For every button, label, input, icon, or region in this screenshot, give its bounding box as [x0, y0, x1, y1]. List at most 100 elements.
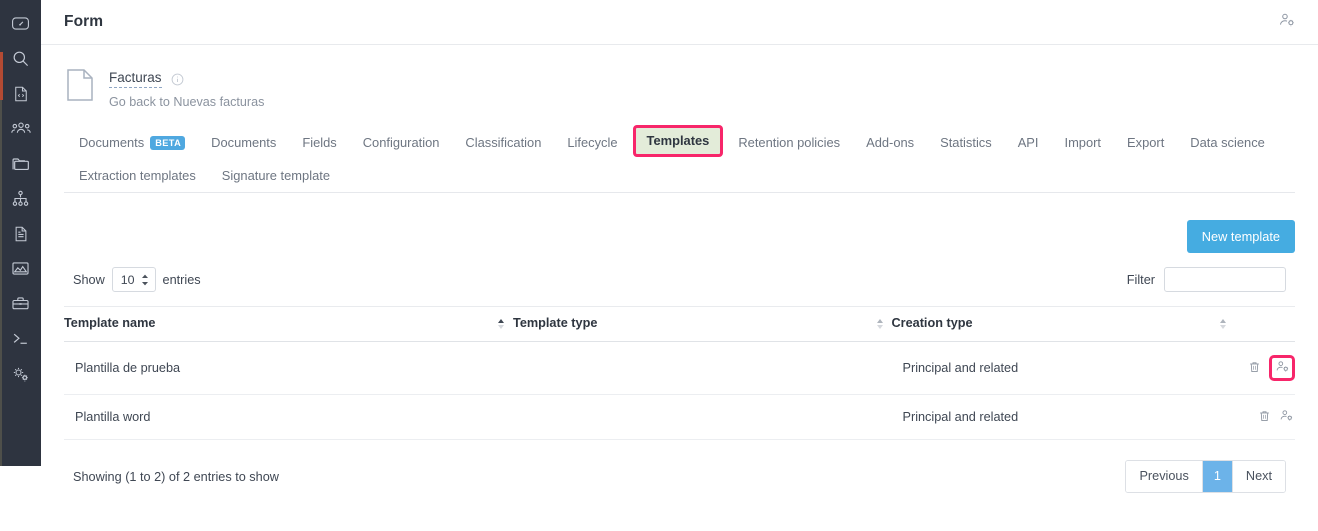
sidebar	[0, 0, 41, 466]
sidebar-item-dashboard[interactable]	[0, 6, 41, 41]
tab-documents-beta[interactable]: Documents BETA	[64, 127, 198, 159]
tab-documents[interactable]: Documents	[198, 127, 289, 159]
table-row[interactable]: Plantilla word Principal and related	[64, 395, 1295, 440]
manage-permissions-button[interactable]	[1269, 355, 1295, 381]
tab-label: Configuration	[363, 135, 440, 151]
column-header-template-type[interactable]: Template type	[513, 307, 891, 342]
table-footer: Showing (1 to 2) of 2 entries to show Pr…	[64, 460, 1295, 493]
info-circle-icon[interactable]	[171, 73, 184, 86]
page-length-select[interactable]: 10	[112, 267, 156, 292]
tab-templates[interactable]: Templates	[633, 125, 724, 157]
sidebar-scroll-indicator[interactable]	[0, 52, 3, 100]
pagination-page-1[interactable]: 1	[1203, 461, 1233, 492]
sidebar-item-settings[interactable]	[0, 356, 41, 391]
tab-signature-template[interactable]: Signature template	[209, 160, 343, 192]
filter-input[interactable]	[1164, 267, 1286, 292]
tab-label: Retention policies	[738, 135, 840, 151]
cell-template-type	[513, 342, 891, 395]
tab-label: Extraction templates	[79, 168, 196, 184]
beta-badge: BETA	[150, 136, 185, 150]
tab-configuration[interactable]: Configuration	[350, 127, 453, 159]
user-settings-icon	[1279, 408, 1294, 426]
page-title: Form	[64, 13, 103, 31]
column-header-template-name[interactable]: Template name	[64, 307, 513, 342]
column-header-actions	[1235, 307, 1295, 342]
table-row[interactable]: Plantilla de prueba Principal and relate…	[64, 342, 1295, 395]
tab-label: Import	[1064, 135, 1101, 151]
toolbar: New template	[64, 220, 1295, 253]
tab-label: Lifecycle	[567, 135, 617, 151]
tab-label: Documents	[211, 135, 276, 151]
sidebar-item-document[interactable]	[0, 216, 41, 251]
tab-label: Signature template	[222, 168, 330, 184]
tab-label: Data science	[1190, 135, 1265, 151]
tab-fields[interactable]: Fields	[289, 127, 349, 159]
chevron-updown-icon	[141, 274, 149, 286]
cell-template-name: Plantilla word	[64, 395, 513, 440]
sidebar-item-folder[interactable]	[0, 146, 41, 181]
code-file-icon	[12, 85, 30, 103]
tab-add-ons[interactable]: Add-ons	[853, 127, 927, 159]
tab-label: Add-ons	[866, 135, 914, 151]
manage-permissions-button[interactable]	[1278, 408, 1295, 426]
sitemap-icon	[11, 189, 30, 208]
tab-label: Documents	[79, 135, 144, 151]
tab-import[interactable]: Import	[1051, 127, 1114, 159]
dashboard-icon	[11, 14, 30, 33]
sidebar-item-sitemap[interactable]	[0, 181, 41, 216]
main-content: Form Fact	[41, 0, 1318, 531]
new-template-button[interactable]: New template	[1187, 220, 1295, 253]
search-icon	[11, 49, 30, 68]
tab-data-science[interactable]: Data science	[1177, 127, 1278, 159]
column-header-creation-type[interactable]: Creation type	[892, 307, 1235, 342]
users-icon	[11, 119, 31, 139]
column-label: Template name	[64, 316, 155, 330]
page-header: Facturas Go back to Nuevas facturas	[41, 45, 1318, 109]
delete-template-button[interactable]	[1256, 408, 1273, 426]
tab-statistics[interactable]: Statistics	[927, 127, 1005, 159]
tab-lifecycle[interactable]: Lifecycle	[554, 127, 630, 159]
app-root: Form Fact	[0, 0, 1318, 531]
table-body: Plantilla de prueba Principal and relate…	[64, 342, 1295, 440]
account-menu-button[interactable]	[1278, 11, 1296, 34]
cell-actions	[1235, 342, 1295, 395]
user-settings-icon	[1275, 359, 1290, 377]
tab-label: Export	[1127, 135, 1164, 151]
sidebar-item-users[interactable]	[0, 111, 41, 146]
pagination-previous-button[interactable]: Previous	[1126, 461, 1202, 492]
pagination-next-button[interactable]: Next	[1233, 461, 1285, 492]
page-length-value: 10	[121, 273, 135, 287]
table-head: Template name Template type Creation typ…	[64, 307, 1295, 342]
cell-template-name: Plantilla de prueba	[64, 342, 513, 395]
go-back-link[interactable]: Go back to Nuevas facturas	[109, 95, 264, 109]
tab-classification[interactable]: Classification	[452, 127, 554, 159]
form-name-link[interactable]: Facturas	[109, 70, 162, 88]
row-actions	[1246, 355, 1295, 381]
filter-control: Filter	[1127, 267, 1286, 292]
templates-table: Template name Template type Creation typ…	[64, 306, 1295, 440]
table-header-row: Template name Template type Creation typ…	[64, 307, 1295, 342]
sort-indicator-icon	[877, 319, 883, 329]
tab-label: Statistics	[940, 135, 992, 151]
tab-retention-policies[interactable]: Retention policies	[725, 127, 853, 159]
sidebar-item-terminal[interactable]	[0, 321, 41, 356]
tab-api[interactable]: API	[1005, 127, 1052, 159]
table-controls: Show 10 entries Filter	[64, 267, 1295, 292]
sidebar-item-search[interactable]	[0, 41, 41, 76]
settings-gears-icon	[11, 364, 31, 384]
cell-creation-type: Principal and related	[892, 342, 1235, 395]
sort-indicator-icon	[1220, 319, 1226, 329]
user-settings-icon	[1278, 11, 1296, 34]
sidebar-item-analytics[interactable]	[0, 251, 41, 286]
delete-template-button[interactable]	[1246, 359, 1263, 377]
tab-export[interactable]: Export	[1114, 127, 1177, 159]
sidebar-item-toolbox[interactable]	[0, 286, 41, 321]
page-header-text: Facturas Go back to Nuevas facturas	[109, 66, 264, 109]
cell-creation-type: Principal and related	[892, 395, 1235, 440]
pagination: Previous 1 Next	[1125, 460, 1286, 493]
document-icon	[12, 225, 30, 243]
document-page-icon	[66, 68, 94, 107]
show-label: Show	[73, 273, 105, 287]
tab-extraction-templates[interactable]: Extraction templates	[64, 160, 209, 192]
sidebar-item-code-file[interactable]	[0, 76, 41, 111]
